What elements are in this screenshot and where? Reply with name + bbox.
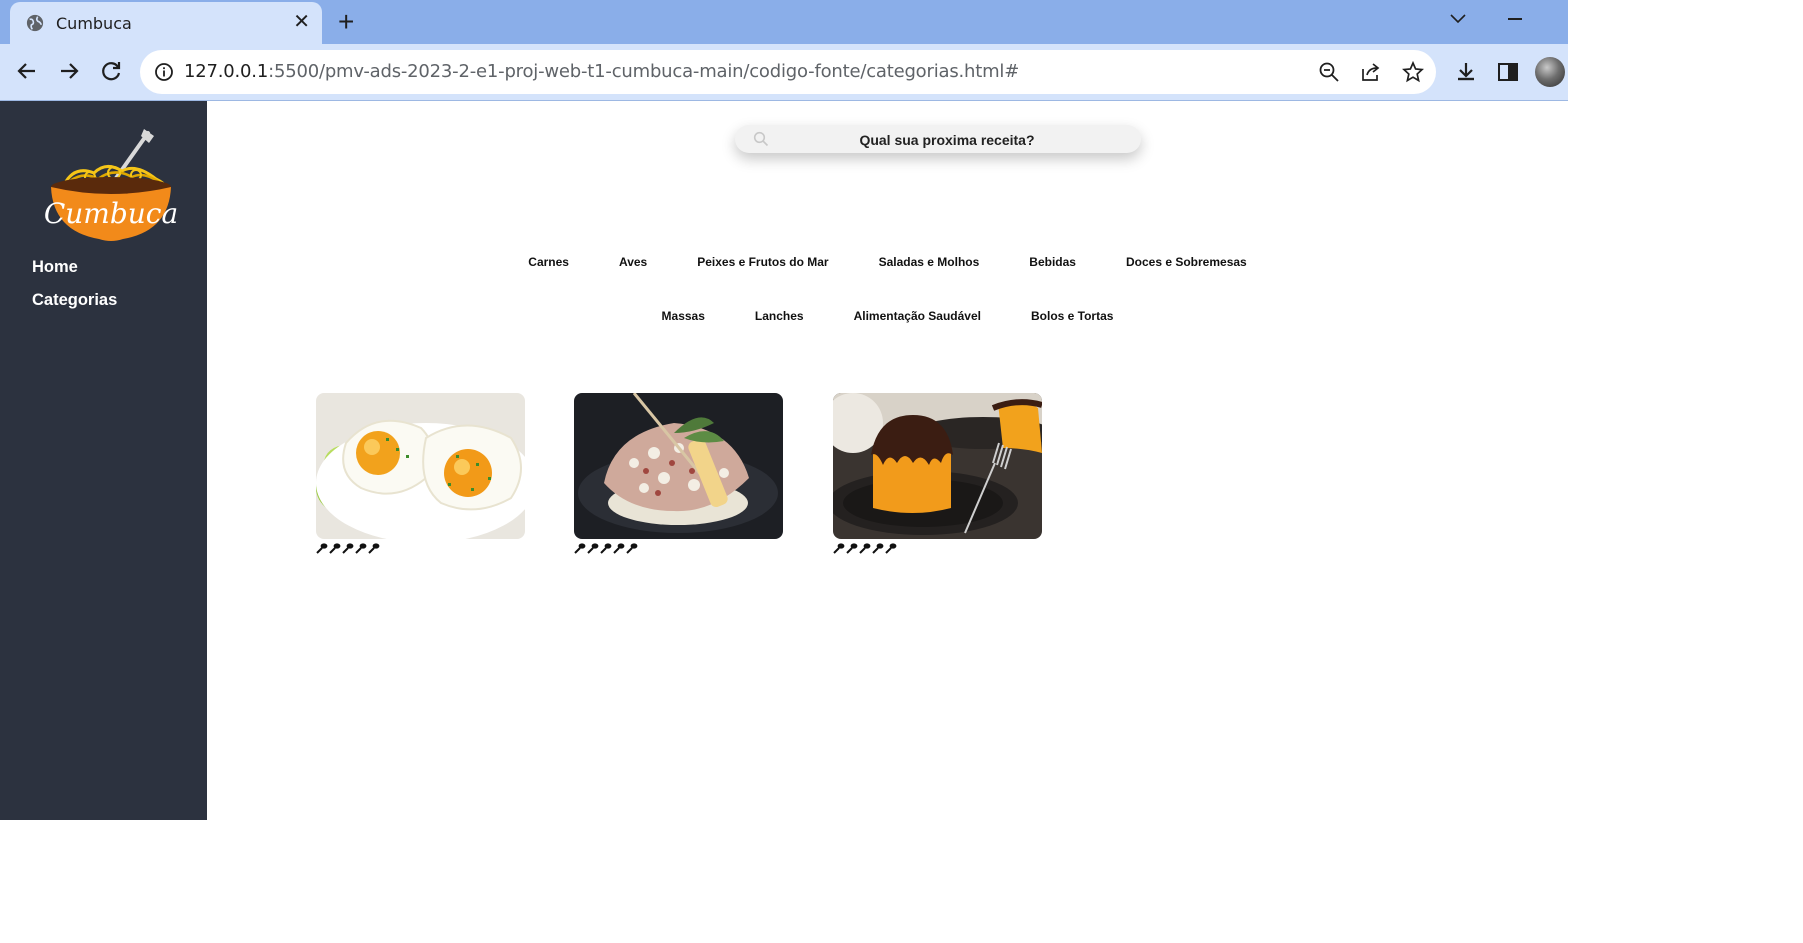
spoon-rating-icon: [626, 543, 638, 554]
category-bebidas[interactable]: Bebidas: [1029, 255, 1076, 269]
spoon-rating-icon: [368, 543, 380, 554]
side-panel-icon[interactable]: [1496, 60, 1520, 84]
recipe-card[interactable]: [833, 393, 1043, 556]
url-text: 127.0.0.1:5500/pmv-ads-2023-2-e1-proj-we…: [184, 61, 1019, 82]
recipe-rating: [833, 542, 1043, 556]
spoon-rating-icon: [329, 543, 341, 554]
category-doces[interactable]: Doces e Sobremesas: [1126, 255, 1247, 269]
download-icon[interactable]: [1454, 60, 1478, 84]
category-massas[interactable]: Massas: [662, 309, 705, 323]
spoon-rating-icon: [613, 543, 625, 554]
recipe-image-rice-dish[interactable]: [574, 393, 783, 539]
tab-close-icon[interactable]: ✕: [293, 12, 310, 32]
chevron-down-icon[interactable]: [1448, 10, 1468, 28]
spoon-rating-icon: [833, 543, 845, 554]
search-input[interactable]: [775, 125, 1119, 155]
minimize-icon[interactable]: [1508, 18, 1522, 20]
search-bar[interactable]: [735, 125, 1141, 155]
spoon-rating-icon: [355, 543, 367, 554]
bookmark-star-icon[interactable]: [1402, 61, 1424, 83]
recipe-image-carrot-cake[interactable]: [833, 393, 1042, 539]
tab-title: Cumbuca: [56, 14, 132, 33]
category-saladas[interactable]: Saladas e Molhos: [879, 255, 980, 269]
back-arrow-icon[interactable]: [14, 58, 40, 84]
category-saudavel[interactable]: Alimentação Saudável: [854, 309, 981, 323]
category-bolos[interactable]: Bolos e Tortas: [1031, 309, 1113, 323]
recipe-image-fried-eggs[interactable]: [316, 393, 525, 539]
spoon-rating-icon: [859, 543, 871, 554]
address-bar[interactable]: 127.0.0.1:5500/pmv-ads-2023-2-e1-proj-we…: [140, 50, 1436, 94]
recipe-rating: [316, 542, 526, 556]
spoon-rating-icon: [316, 543, 328, 554]
spoon-rating-icon: [342, 543, 354, 554]
category-carnes[interactable]: Carnes: [528, 255, 569, 269]
search-icon: [753, 131, 769, 147]
sidebar-item-categorias[interactable]: Categorias: [32, 291, 117, 310]
logo-text: Cumbuca: [44, 197, 178, 230]
category-lanches[interactable]: Lanches: [755, 309, 804, 323]
reload-icon[interactable]: [98, 58, 124, 84]
category-peixes[interactable]: Peixes e Frutos do Mar: [697, 255, 828, 269]
recipe-card[interactable]: [574, 393, 784, 556]
sidebar-item-home[interactable]: Home: [32, 258, 78, 277]
main-content: Carnes Aves Peixes e Frutos do Mar Salad…: [207, 101, 1568, 820]
forward-arrow-icon[interactable]: [56, 58, 82, 84]
recipe-card[interactable]: [316, 393, 526, 556]
sidebar: Cumbuca Home Categorias: [0, 101, 207, 820]
spoon-rating-icon: [574, 543, 586, 554]
spoon-rating-icon: [872, 543, 884, 554]
cumbuca-logo[interactable]: Cumbuca: [44, 123, 178, 247]
category-aves[interactable]: Aves: [619, 255, 647, 269]
info-icon[interactable]: [154, 62, 174, 82]
spoon-rating-icon: [587, 543, 599, 554]
browser-toolbar: 127.0.0.1:5500/pmv-ads-2023-2-e1-proj-we…: [0, 44, 1568, 101]
spoon-rating-icon: [600, 543, 612, 554]
browser-tab-strip: Cumbuca ✕ +: [0, 0, 1568, 44]
globe-icon: [26, 14, 44, 32]
share-icon[interactable]: [1360, 61, 1382, 83]
category-row-2: Massas Lanches Alimentação Saudável Bolo…: [207, 309, 1568, 323]
profile-avatar[interactable]: [1535, 57, 1565, 87]
zoom-out-icon[interactable]: [1318, 61, 1340, 83]
url-path: :5500/pmv-ads-2023-2-e1-proj-web-t1-cumb…: [268, 61, 1020, 82]
browser-tab[interactable]: Cumbuca ✕: [10, 2, 322, 44]
spoon-rating-icon: [885, 543, 897, 554]
recipe-rating: [574, 542, 784, 556]
spoon-rating-icon: [846, 543, 858, 554]
category-row-1: Carnes Aves Peixes e Frutos do Mar Salad…: [207, 255, 1568, 269]
new-tab-button[interactable]: +: [338, 8, 354, 36]
url-host: 127.0.0.1: [184, 61, 269, 82]
